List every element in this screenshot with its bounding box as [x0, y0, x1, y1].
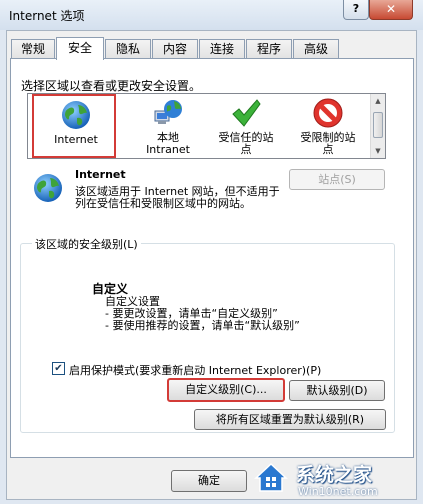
intranet-globe-icon	[154, 100, 182, 124]
zone-intranet-label: 本地 Intranet	[126, 132, 210, 156]
globe-icon	[62, 101, 90, 129]
security-level-group	[20, 243, 395, 433]
tab-privacy[interactable]: 隐私	[105, 39, 151, 59]
scroll-down-icon[interactable]: ▼	[373, 146, 383, 156]
watermark: 系统之家 Win10net.com	[250, 452, 420, 502]
reset-all-zones-button[interactable]: 将所有区域重置为默认级别(R)	[194, 409, 386, 430]
protected-mode-checkbox[interactable]: ✔	[52, 362, 65, 375]
watermark-url: Win10net.com	[298, 485, 378, 498]
custom-level-button[interactable]: 自定义级别(C)...	[167, 378, 285, 402]
level-line: - 要使用推荐的设置，请单击“默认级别”	[105, 319, 300, 332]
close-button[interactable]: ✕	[369, 0, 413, 20]
zone-prompt: 选择区域以查看或更改安全设置。	[21, 79, 202, 93]
globe-icon	[34, 174, 62, 202]
security-level-description: 自定义设置 - 要更改设置，请单击“自定义级别” - 要使用推荐的设置，请单击“…	[105, 296, 300, 332]
tab-programs[interactable]: 程序	[246, 39, 292, 59]
sites-button[interactable]: 站点(S)	[289, 169, 385, 190]
scroll-up-icon[interactable]: ▲	[373, 96, 383, 106]
help-button[interactable]: ?	[343, 0, 369, 20]
tab-connections[interactable]: 连接	[199, 39, 245, 59]
zone-internet-label: Internet	[54, 133, 98, 146]
zone-restricted-label-line2: 点	[322, 143, 334, 156]
tab-content[interactable]: 内容	[152, 39, 198, 59]
tab-security[interactable]: 安全	[56, 37, 104, 60]
zone-list: Internet 本地 Intranet 受信任的站 点 受限制的站 点 ▲ ▼	[27, 93, 386, 159]
tab-general[interactable]: 常规	[11, 39, 55, 59]
security-level-group-label: 该区域的安全级别(L)	[32, 236, 141, 252]
title-bar: Internet 选项 ? ✕	[0, 0, 423, 30]
zone-list-scrollbar[interactable]: ▲ ▼	[370, 94, 385, 158]
zone-restricted-sites[interactable]: 受限制的站 点	[286, 94, 370, 158]
zone-intranet-label-line2: Intranet	[146, 143, 190, 156]
house-logo-icon	[254, 462, 288, 492]
green-check-icon	[232, 99, 261, 127]
tab-advanced[interactable]: 高级	[293, 39, 339, 59]
selected-zone-description: 该区域适用于 Internet 网站，但不适用于列在受信任和受限制区域中的网站。	[75, 185, 280, 210]
zone-internet[interactable]: Internet	[32, 94, 116, 158]
protected-mode-label[interactable]: 启用保护模式(要求重新启动 Internet Explorer)(P)	[69, 362, 321, 378]
selected-zone-name: Internet	[75, 168, 126, 181]
scroll-thumb[interactable]	[373, 112, 383, 138]
zone-trusted-sites[interactable]: 受信任的站 点	[204, 94, 288, 158]
custom-level-label: 自定义级别(C)...	[185, 383, 267, 396]
zone-trusted-label: 受信任的站 点	[204, 132, 288, 156]
no-entry-icon	[313, 98, 343, 128]
zone-restricted-label: 受限制的站 点	[286, 132, 370, 156]
window-title: Internet 选项	[9, 9, 85, 23]
zone-trusted-label-line2: 点	[240, 143, 252, 156]
watermark-text: 系统之家	[296, 464, 373, 486]
ok-button[interactable]: 确定	[171, 470, 247, 492]
default-level-button[interactable]: 默认级别(D)	[289, 380, 385, 401]
zone-local-intranet[interactable]: 本地 Intranet	[126, 94, 210, 158]
